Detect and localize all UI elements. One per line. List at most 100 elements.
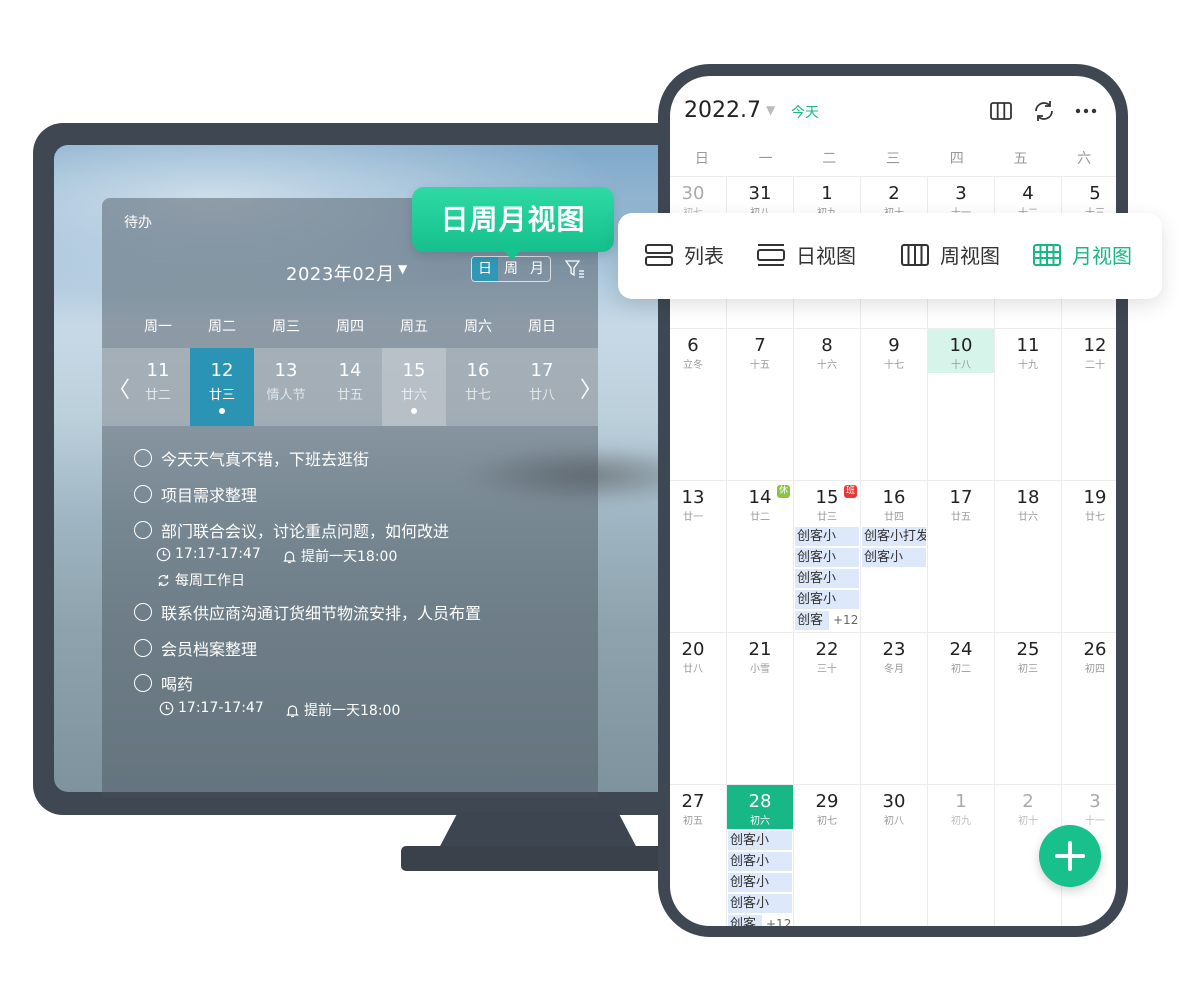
weekday-label: 二 bbox=[822, 151, 837, 167]
event-chip[interactable]: 创客小 bbox=[795, 548, 859, 567]
calendar-day-cell[interactable]: 15 廿三班创客小 创客小 创客小 创客小 创客 +12 bbox=[794, 480, 861, 632]
calendar-day-cell[interactable]: 7 十五 bbox=[727, 328, 794, 480]
day-number: 21 bbox=[748, 639, 772, 660]
calendar-day-cell[interactable]: 23 冬月 bbox=[861, 632, 928, 784]
day-number: 1 bbox=[955, 791, 967, 812]
checkbox-circle-icon[interactable] bbox=[134, 521, 152, 539]
calendar-day-cell[interactable]: 6 立冬 bbox=[670, 328, 727, 480]
calendar-day-cell[interactable]: 18 廿六 bbox=[995, 480, 1062, 632]
add-event-button[interactable] bbox=[1039, 825, 1101, 887]
view-month-button[interactable]: 月 bbox=[524, 257, 550, 281]
view-columns-icon[interactable] bbox=[988, 98, 1014, 124]
checkbox-circle-icon[interactable] bbox=[134, 485, 152, 503]
menu-item-week[interactable]: 周视图 bbox=[900, 240, 1000, 269]
view-week-button[interactable]: 周 bbox=[498, 257, 524, 281]
day-number: 30 bbox=[681, 183, 705, 204]
task-item[interactable]: 部门联合会议，讨论重点问题，如何改进 bbox=[134, 518, 449, 542]
day-number: 10 bbox=[949, 335, 973, 356]
checkbox-circle-icon[interactable] bbox=[134, 603, 152, 621]
calendar-day-cell[interactable]: 17 廿五 bbox=[928, 480, 995, 632]
more-icon[interactable] bbox=[1073, 98, 1099, 124]
calendar-day-cell[interactable]: 12 二十 bbox=[1062, 328, 1116, 480]
task-item[interactable]: 会员档案整理 bbox=[134, 636, 257, 660]
day-number: 7 bbox=[754, 335, 766, 356]
event-chip[interactable]: 创客 bbox=[795, 611, 829, 630]
calendar-day-cell[interactable]: 9 十七 bbox=[861, 328, 928, 480]
month-view-icon bbox=[1033, 243, 1061, 266]
weekday-label: 周一 bbox=[144, 319, 172, 335]
event-chip[interactable]: 创客小 bbox=[795, 569, 859, 588]
lunar-label: 冬月 bbox=[884, 664, 904, 675]
event-chip[interactable]: 创客小 bbox=[728, 873, 792, 892]
calendar-day-cell[interactable]: 21 小雪 bbox=[727, 632, 794, 784]
weekday-label: 周四 bbox=[336, 319, 364, 335]
caret-down-icon[interactable]: ▼ bbox=[766, 103, 775, 117]
event-chip[interactable]: 创客小 bbox=[728, 852, 792, 871]
calendar-day-cell[interactable]: 28 初六 创客小 创客小 创客小 创客小 创客 +12 bbox=[727, 784, 794, 926]
event-chip[interactable]: 创客小 bbox=[795, 527, 859, 546]
calendar-day-cell[interactable]: 24 初二 bbox=[928, 632, 995, 784]
weekday-label: 周六 bbox=[464, 319, 492, 335]
calendar-day-cell[interactable]: 8 十六 bbox=[794, 328, 861, 480]
task-item[interactable]: 喝药 bbox=[134, 671, 193, 695]
lunar-label: 立冬 bbox=[683, 360, 703, 371]
caret-down-icon[interactable]: ▼ bbox=[398, 262, 407, 276]
lunar-label: 廿四 bbox=[884, 512, 904, 523]
chevron-right-icon[interactable]: 〉 bbox=[580, 372, 602, 404]
checkbox-circle-icon[interactable] bbox=[134, 639, 152, 657]
day-cell[interactable]: 17 廿八 bbox=[510, 348, 574, 426]
filter-icon[interactable] bbox=[564, 258, 586, 280]
event-chip[interactable]: 创客小 bbox=[728, 894, 792, 913]
weekday-header: 周一 周二 周三 周四 周五 周六 周日 bbox=[126, 316, 574, 336]
day-cell[interactable]: 16 廿七 bbox=[446, 348, 510, 426]
more-events-count[interactable]: +12 bbox=[766, 917, 791, 926]
lunar-label: 初十 bbox=[1018, 816, 1038, 827]
day-cell-selected[interactable]: 12 廿三 bbox=[190, 348, 254, 426]
day-cell-today[interactable]: 15 廿六 bbox=[382, 348, 446, 426]
calendar-day-cell[interactable]: 11 十九 bbox=[995, 328, 1062, 480]
day-number: 4 bbox=[1022, 183, 1034, 204]
todo-widget: 待办 2023年02月 ▼ 日 周 月 周一 周二 周三 周四 周五 周六 周日… bbox=[102, 198, 602, 798]
event-chip[interactable]: 创客 bbox=[728, 915, 762, 926]
month-selector[interactable]: 2023年02月 bbox=[286, 260, 395, 286]
checkbox-circle-icon[interactable] bbox=[134, 674, 152, 692]
calendar-day-cell[interactable]: 26 初四 bbox=[1062, 632, 1116, 784]
view-day-button[interactable]: 日 bbox=[472, 257, 498, 281]
calendar-day-cell[interactable]: 19 廿七 bbox=[1062, 480, 1116, 632]
monitor-stand bbox=[438, 812, 638, 850]
calendar-day-cell[interactable]: 30 初八 bbox=[861, 784, 928, 926]
today-button[interactable]: 今天 bbox=[791, 102, 819, 122]
lunar-label: 廿八 bbox=[683, 664, 703, 675]
calendar-day-cell[interactable]: 20 廿八 bbox=[670, 632, 727, 784]
calendar-day-cell[interactable]: 25 初三 bbox=[995, 632, 1062, 784]
event-chip[interactable]: 创客小 bbox=[728, 831, 792, 850]
day-cell[interactable]: 13 情人节 bbox=[254, 348, 318, 426]
day-cell[interactable]: 11 廿二 bbox=[126, 348, 190, 426]
calendar-day-cell[interactable]: 14 廿二休 bbox=[727, 480, 794, 632]
task-item[interactable]: 联系供应商沟通订货细节物流安排，人员布置 bbox=[134, 600, 481, 624]
month-title[interactable]: 2022.7 bbox=[684, 98, 761, 123]
task-item[interactable]: 项目需求整理 bbox=[134, 482, 257, 506]
menu-item-month[interactable]: 月视图 bbox=[1032, 240, 1132, 269]
calendar-day-cell[interactable]: 10 十八 bbox=[928, 328, 995, 480]
rest-day-tag: 休 bbox=[777, 485, 790, 498]
sync-icon[interactable] bbox=[1031, 98, 1057, 124]
calendar-day-cell[interactable]: 22 三十 bbox=[794, 632, 861, 784]
calendar-day-cell[interactable]: 13 廿一 bbox=[670, 480, 727, 632]
event-chip[interactable]: 创客小 bbox=[862, 548, 926, 567]
task-item[interactable]: 今天天气真不错，下班去逛街 bbox=[134, 446, 369, 470]
calendar-day-cell[interactable]: 16 廿四 创客小打发 创客小 bbox=[861, 480, 928, 632]
event-chip[interactable]: 创客小 bbox=[795, 590, 859, 609]
checkbox-circle-icon[interactable] bbox=[134, 449, 152, 467]
calendar-day-cell[interactable]: 27 初五 bbox=[670, 784, 727, 926]
calendar-day-cell[interactable]: 1 初九 bbox=[928, 784, 995, 926]
lunar-label: 十六 bbox=[817, 360, 837, 371]
menu-item-list[interactable]: 列表 bbox=[644, 240, 724, 269]
calendar-day-cell[interactable]: 29 初七 bbox=[794, 784, 861, 926]
more-events-count[interactable]: +12 bbox=[833, 613, 858, 627]
day-number: 22 bbox=[815, 639, 839, 660]
bell-icon bbox=[283, 550, 296, 563]
event-chip[interactable]: 创客小打发 bbox=[862, 527, 926, 546]
menu-item-day[interactable]: 日视图 bbox=[756, 240, 856, 269]
day-cell[interactable]: 14 廿五 bbox=[318, 348, 382, 426]
